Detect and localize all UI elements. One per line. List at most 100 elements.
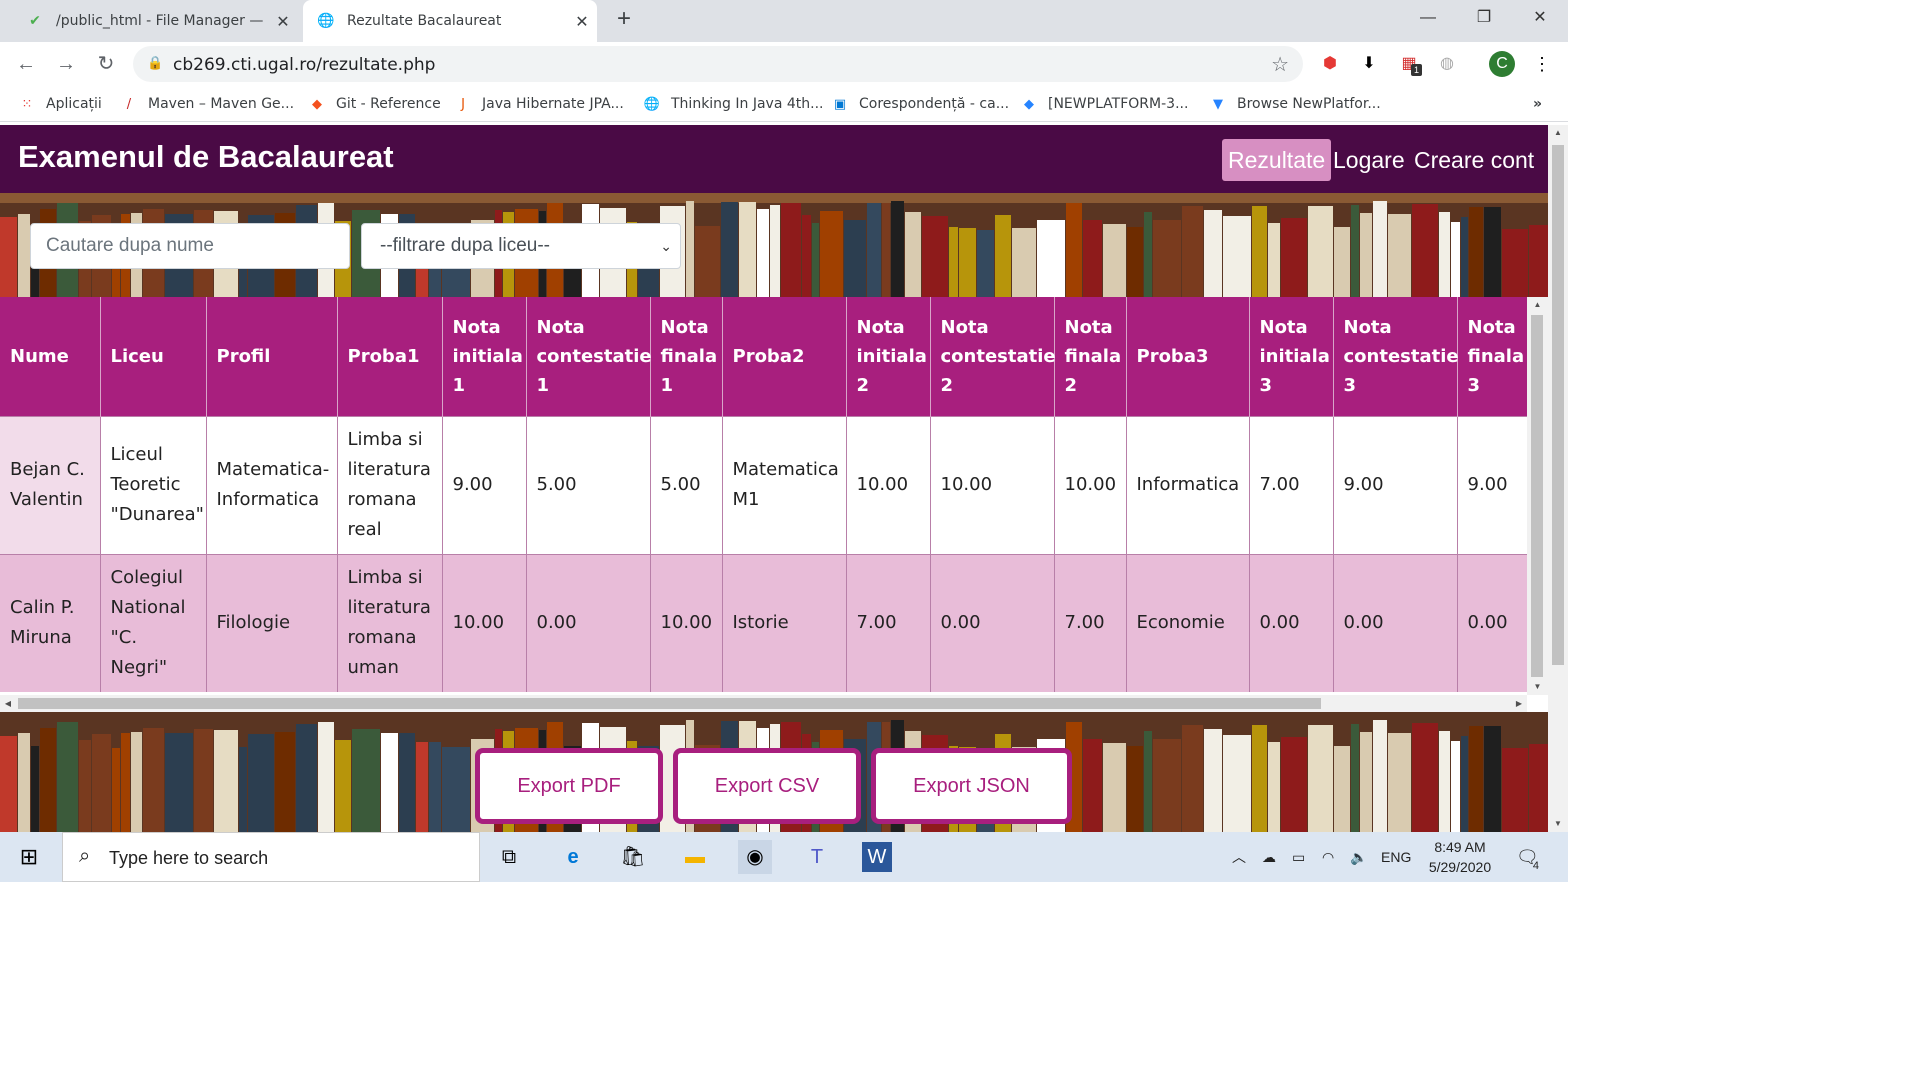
clock[interactable]: 8:49 AM 5/29/2020 [1424, 837, 1496, 887]
book-spine [1439, 212, 1450, 297]
task-view-icon[interactable]: ⧉ [492, 840, 526, 874]
close-tab-icon[interactable]: ✕ [567, 12, 597, 31]
book-spine [1268, 223, 1280, 297]
table-cell: 10.00 [442, 553, 527, 692]
taskbar-search[interactable]: ⌕ Type here to search [62, 832, 480, 882]
bookmark-git[interactable]: ◆ Git - Reference [308, 86, 441, 122]
scroll-thumb[interactable] [18, 698, 1321, 709]
book-spine [1461, 736, 1468, 832]
volume-icon[interactable]: 🔈 [1350, 832, 1367, 882]
download-icon[interactable]: ⬇ [1357, 52, 1381, 76]
ublock-icon[interactable]: ⬢ [1318, 52, 1342, 76]
notifications-icon[interactable]: 🗨4 [1516, 832, 1545, 882]
language-indicator[interactable]: ENG [1381, 832, 1411, 882]
bookmark-newplatform[interactable]: ▼ Browse NewPlatfor... [1209, 86, 1381, 122]
back-icon[interactable]: ← [12, 50, 40, 78]
address-bar[interactable]: 🔒 cb269.cti.ugal.ro/rezultate.php ☆ [133, 46, 1303, 82]
restore-button[interactable]: ❐ [1456, 0, 1512, 36]
book-spine [194, 729, 213, 832]
bookmark-thinking-java[interactable]: 🌐 Thinking In Java 4th... [643, 86, 824, 122]
table-vertical-scrollbar[interactable]: ▲ ▼ [1527, 297, 1548, 695]
book-spine [1334, 227, 1350, 297]
page-vertical-scrollbar[interactable]: ▲ ▼ [1548, 125, 1568, 832]
forward-icon[interactable]: → [52, 50, 80, 78]
book-spine [949, 227, 958, 297]
wifi-icon[interactable]: ◠ [1322, 832, 1334, 882]
bookmark-outlook[interactable]: ▣ Corespondență - ca... [831, 86, 1009, 122]
tab-title: Rezultate Bacalaureat [347, 13, 502, 29]
scroll-right-icon[interactable]: ▶ [1511, 695, 1527, 712]
bookmark-hibernate[interactable]: J Java Hibernate JPA... [454, 86, 624, 122]
export-csv-button[interactable]: Export CSV [673, 748, 861, 824]
windows-start-icon[interactable]: ⊞ [12, 840, 46, 874]
book-spine [0, 736, 17, 832]
export-json-button[interactable]: Export JSON [871, 748, 1072, 824]
export-pdf-button[interactable]: Export PDF [475, 748, 663, 824]
bookmark-maven[interactable]: / Maven – Maven Ge... [120, 86, 294, 122]
bookmark-label: Java Hibernate JPA... [482, 96, 624, 112]
teams-icon[interactable]: T [800, 840, 834, 874]
scroll-down-icon[interactable]: ▼ [1527, 679, 1548, 695]
edge-icon[interactable]: e [556, 840, 590, 874]
battery-icon[interactable]: ▭ [1292, 832, 1305, 882]
table-row[interactable]: Calin P. Miruna Colegiul National "C. Neg… [0, 553, 1527, 692]
bookmark-label: Corespondență - ca... [859, 96, 1010, 112]
minimize-button[interactable]: — [1400, 0, 1456, 36]
table-cell: 0.00 [1333, 553, 1458, 692]
word-icon[interactable]: W [862, 842, 892, 872]
bookmark-star-icon[interactable]: ☆ [1271, 52, 1289, 77]
book-spine [781, 203, 801, 297]
nav-logare[interactable]: Logare [1327, 139, 1411, 181]
book-spine [143, 728, 164, 832]
bookmarks-overflow-icon[interactable]: » [1533, 86, 1542, 122]
table-cell: Matematica-Informatica [206, 415, 338, 554]
book-spine [318, 722, 334, 832]
scroll-down-icon[interactable]: ▼ [1548, 816, 1568, 832]
translate-icon[interactable]: ◍ [1435, 52, 1459, 76]
tab-file-manager[interactable]: ✔ /public_html - File Manager — W ✕ [8, 0, 298, 42]
liceu-filter-select[interactable]: --filtrare dupa liceu-- ⌄ [361, 223, 681, 269]
book-spine [1529, 225, 1548, 297]
table-row[interactable]: Bejan C. Valentin Liceul Teoretic "Dunare… [0, 415, 1527, 554]
close-window-button[interactable]: ✕ [1512, 0, 1568, 36]
table-cell: 0.00 [526, 553, 651, 692]
extension-icon[interactable]: ▦ 1 [1397, 52, 1423, 76]
jira-icon: ◆ [1024, 96, 1034, 112]
search-input[interactable]: Cautare dupa nume [30, 223, 350, 269]
taskbar-search-placeholder: Type here to search [109, 848, 269, 868]
book-spine [1083, 220, 1102, 297]
book-spine [1223, 216, 1251, 297]
book-spine [820, 211, 843, 297]
scroll-up-icon[interactable]: ▲ [1527, 297, 1548, 313]
scroll-left-icon[interactable]: ◀ [0, 695, 16, 712]
book-spine [770, 205, 780, 297]
chrome-icon[interactable]: ◉ [738, 840, 772, 874]
scroll-thumb[interactable] [1531, 315, 1543, 677]
scroll-thumb[interactable] [1552, 145, 1564, 665]
table-horizontal-scrollbar[interactable]: ◀ ▶ [0, 695, 1527, 712]
new-tab-button[interactable]: + [610, 6, 638, 34]
nav-creare-cont[interactable]: Creare cont [1408, 139, 1540, 181]
book-spine [416, 742, 428, 832]
store-icon[interactable]: 🛍 [616, 840, 650, 874]
scroll-up-icon[interactable]: ▲ [1548, 125, 1568, 141]
url-text: cb269.cti.ugal.ro/rezultate.php [173, 55, 436, 75]
table-cell: Informatica [1126, 415, 1250, 554]
onedrive-icon[interactable]: ☁ [1262, 832, 1276, 882]
bookmark-jira[interactable]: ◆ [NEWPLATFORM-3... [1020, 86, 1188, 122]
menu-icon[interactable]: ⋮ [1530, 52, 1554, 76]
book-spine [1360, 213, 1372, 297]
close-tab-icon[interactable]: ✕ [268, 12, 298, 31]
bookmark-apps[interactable]: ⁙ Aplicații [18, 86, 102, 122]
site-brand[interactable]: Examenul de Bacalaureat [18, 139, 394, 175]
date: 5/29/2020 [1428, 859, 1492, 875]
check-icon: ✔ [29, 13, 41, 29]
reload-icon[interactable]: ↻ [92, 50, 120, 78]
tab-rezultate[interactable]: 🌐 Rezultate Bacalaureat ✕ [303, 0, 597, 42]
file-explorer-icon[interactable]: ▬ [678, 840, 712, 874]
profile-avatar[interactable]: C [1489, 51, 1515, 77]
tray-chevron-icon[interactable]: ︿ [1232, 832, 1246, 882]
book-spine [1153, 739, 1181, 832]
table-cell: 7.00 [1249, 415, 1334, 554]
nav-rezultate[interactable]: Rezultate [1222, 139, 1332, 181]
